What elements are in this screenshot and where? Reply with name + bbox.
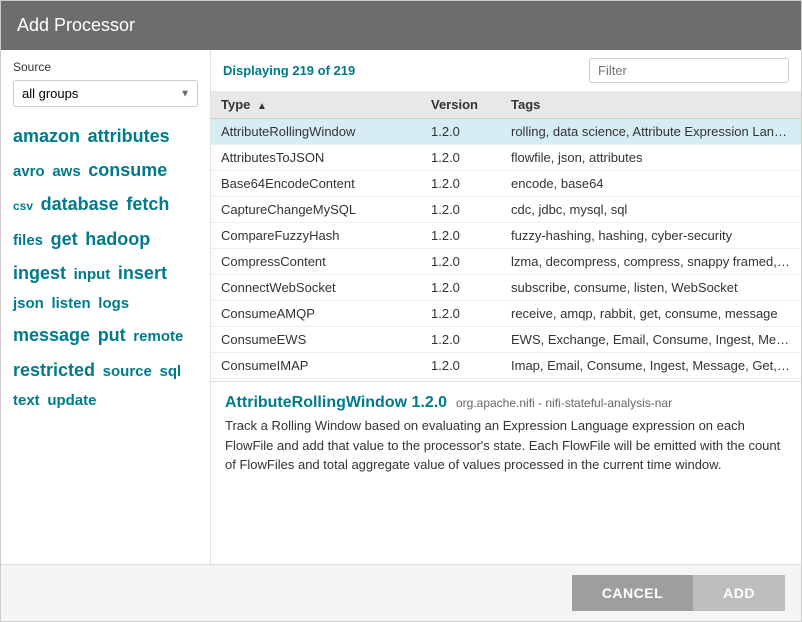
table-row[interactable]: CaptureChangeMySQL 1.2.0 cdc, jdbc, mysq… — [211, 197, 801, 223]
displaying-text: Displaying 219 of 219 — [223, 63, 355, 78]
cell-version: 1.2.0 — [421, 327, 501, 353]
tag-input[interactable]: input — [74, 266, 111, 283]
tag-insert[interactable]: insert — [118, 263, 167, 283]
table-header-bar: Displaying 219 of 219 — [211, 50, 801, 91]
cell-type: ConsumeEWS — [211, 327, 421, 353]
table-row[interactable]: Base64EncodeContent 1.2.0 encode, base64 — [211, 171, 801, 197]
tag-update[interactable]: update — [47, 392, 96, 409]
cell-tags: fuzzy-hashing, hashing, cyber-security — [501, 223, 801, 249]
sidebar: Source all groups amazon attributes avro… — [1, 50, 211, 564]
cell-version: 1.2.0 — [421, 249, 501, 275]
add-processor-dialog: Add Processor Source all groups amazon a… — [0, 0, 802, 622]
cell-type: AttributeRollingWindow — [211, 119, 421, 145]
table-row[interactable]: ConsumeIMAP 1.2.0 Imap, Email, Consume, … — [211, 353, 801, 379]
add-button[interactable]: ADD — [693, 575, 785, 611]
cell-version: 1.2.0 — [421, 353, 501, 379]
sort-arrow-type: ▲ — [257, 101, 267, 112]
table-row[interactable]: ConsumeAMQP 1.2.0 receive, amqp, rabbit,… — [211, 301, 801, 327]
source-label: Source — [13, 60, 198, 74]
cell-type: CompareFuzzyHash — [211, 223, 421, 249]
tag-database[interactable]: database — [41, 194, 119, 214]
tag-csv[interactable]: csv — [13, 199, 33, 213]
col-tags[interactable]: Tags — [501, 91, 801, 119]
tag-put[interactable]: put — [98, 325, 126, 345]
cell-tags: subscribe, consume, listen, WebSocket — [501, 275, 801, 301]
detail-description: Track a Rolling Window based on evaluati… — [225, 416, 787, 475]
table-row[interactable]: AttributeRollingWindow 1.2.0 rolling, da… — [211, 119, 801, 145]
filter-input[interactable] — [589, 58, 789, 83]
cell-version: 1.2.0 — [421, 197, 501, 223]
tag-source[interactable]: source — [103, 363, 152, 380]
main-content: Displaying 219 of 219 Type ▲ Version Tag… — [211, 50, 801, 564]
tag-consume[interactable]: consume — [88, 160, 167, 180]
cell-version: 1.2.0 — [421, 145, 501, 171]
cell-version: 1.2.0 — [421, 119, 501, 145]
tag-get[interactable]: get — [51, 229, 78, 249]
tag-message[interactable]: message — [13, 325, 90, 345]
cell-tags: lzma, decompress, compress, snappy frame… — [501, 249, 801, 275]
table-row[interactable]: ConnectWebSocket 1.2.0 subscribe, consum… — [211, 275, 801, 301]
cell-type: ConsumeAMQP — [211, 301, 421, 327]
dialog-header: Add Processor — [1, 1, 801, 50]
cell-tags: cdc, jdbc, mysql, sql — [501, 197, 801, 223]
cancel-button[interactable]: CANCEL — [572, 575, 693, 611]
table-container: Type ▲ Version Tags AttributeRollingWind… — [211, 91, 801, 381]
tag-json[interactable]: json — [13, 295, 44, 312]
tag-text[interactable]: text — [13, 392, 40, 409]
cell-tags: receive, amqp, rabbit, get, consume, mes… — [501, 301, 801, 327]
tag-restricted[interactable]: restricted — [13, 360, 95, 380]
cell-version: 1.2.0 — [421, 171, 501, 197]
dialog-body: Source all groups amazon attributes avro… — [1, 50, 801, 564]
col-version[interactable]: Version — [421, 91, 501, 119]
table-row[interactable]: ConsumeEWS 1.2.0 EWS, Exchange, Email, C… — [211, 327, 801, 353]
cell-tags: EWS, Exchange, Email, Consume, Ingest, M… — [501, 327, 801, 353]
tag-attributes[interactable]: attributes — [88, 126, 170, 146]
processor-table: Type ▲ Version Tags AttributeRollingWind… — [211, 91, 801, 381]
tag-aws[interactable]: aws — [52, 163, 80, 180]
cell-type: CaptureChangeMySQL — [211, 197, 421, 223]
table-header-row: Type ▲ Version Tags — [211, 91, 801, 119]
table-row[interactable]: CompareFuzzyHash 1.2.0 fuzzy-hashing, ha… — [211, 223, 801, 249]
cell-tags: rolling, data science, Attribute Express… — [501, 119, 801, 145]
dialog-footer: CANCEL ADD — [1, 564, 801, 621]
table-row[interactable]: CompressContent 1.2.0 lzma, decompress, … — [211, 249, 801, 275]
tag-logs[interactable]: logs — [98, 295, 129, 312]
cell-version: 1.2.0 — [421, 275, 501, 301]
cell-type: ConsumeIMAP — [211, 353, 421, 379]
tag-avro[interactable]: avro — [13, 163, 45, 180]
cell-version: 1.2.0 — [421, 301, 501, 327]
tag-ingest[interactable]: ingest — [13, 263, 66, 283]
cell-tags: encode, base64 — [501, 171, 801, 197]
col-type[interactable]: Type ▲ — [211, 91, 421, 119]
cell-type: ConnectWebSocket — [211, 275, 421, 301]
tag-remote[interactable]: remote — [133, 328, 183, 345]
tag-fetch[interactable]: fetch — [126, 194, 169, 214]
tag-files[interactable]: files — [13, 232, 43, 249]
cell-type: CompressContent — [211, 249, 421, 275]
tag-hadoop[interactable]: hadoop — [85, 229, 150, 249]
table-row[interactable]: AttributesToJSON 1.2.0 flowfile, json, a… — [211, 145, 801, 171]
detail-section: AttributeRollingWindow 1.2.0 org.apache.… — [211, 381, 801, 487]
cell-tags: flowfile, json, attributes — [501, 145, 801, 171]
tag-listen[interactable]: listen — [51, 295, 90, 312]
cell-version: 1.2.0 — [421, 223, 501, 249]
cell-tags: Imap, Email, Consume, Ingest, Message, G… — [501, 353, 801, 379]
tag-sql[interactable]: sql — [160, 363, 182, 380]
cell-type: AttributesToJSON — [211, 145, 421, 171]
source-select-wrapper: all groups — [13, 80, 198, 107]
dialog-title: Add Processor — [17, 15, 135, 35]
source-select[interactable]: all groups — [13, 80, 198, 107]
detail-title: AttributeRollingWindow 1.2.0 org.apache.… — [225, 394, 787, 412]
tags-cloud: amazon attributes avro aws consume csv d… — [13, 119, 198, 415]
tag-amazon[interactable]: amazon — [13, 126, 80, 146]
cell-type: Base64EncodeContent — [211, 171, 421, 197]
